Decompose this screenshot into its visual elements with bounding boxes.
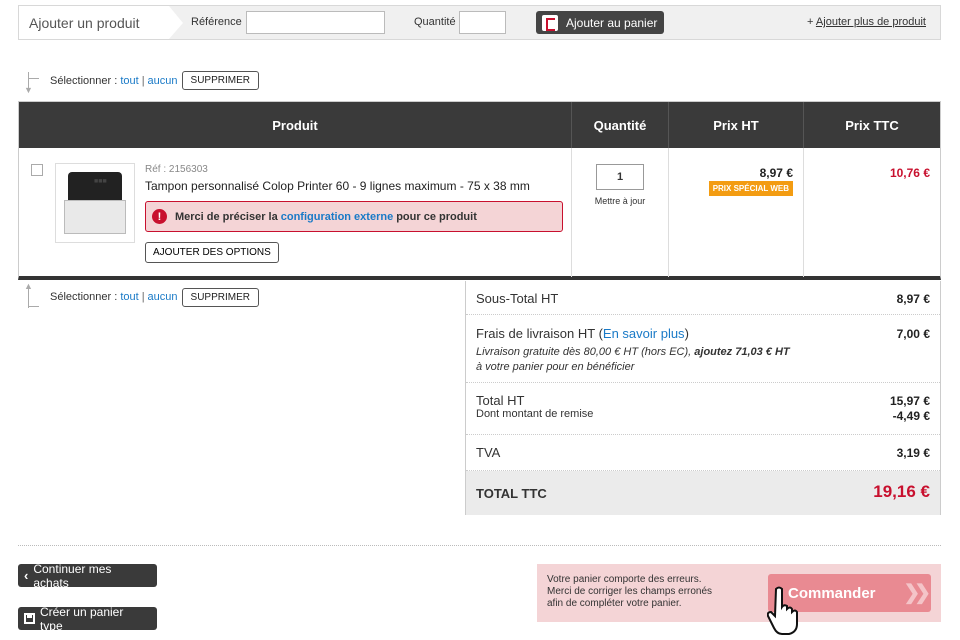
select-all-link-bottom[interactable]: tout	[120, 291, 138, 303]
update-quantity-link[interactable]: Mettre à jour	[572, 196, 668, 206]
shipping-label: Frais de livraison HT (En savoir plus)	[476, 326, 689, 341]
web-price-badge: PRIX SPÉCIAL WEB	[708, 181, 793, 196]
select-label: Sélectionner :	[50, 74, 118, 87]
cart-table: Produit Quantité Prix HT Prix TTC ■■■ Ré…	[18, 101, 941, 280]
order-error-message: Votre panier comporte des erreurs. Merci…	[547, 574, 713, 609]
add-to-cart-button[interactable]: Ajouter au panier	[536, 11, 664, 34]
select-separator: |	[141, 74, 145, 87]
config-error-message: ! Merci de préciser la configuration ext…	[145, 201, 563, 232]
col-header-price-ht: Prix HT	[669, 102, 804, 148]
create-template-cart-button[interactable]: Créer un panier type	[18, 604, 157, 633]
shipping-row: Frais de livraison HT (En savoir plus) 7…	[466, 315, 940, 383]
config-link[interactable]: configuration externe	[281, 211, 393, 223]
col-header-quantity: Quantité	[572, 102, 669, 148]
continue-label: Continuer mes achats	[33, 561, 112, 590]
quantity-input[interactable]	[459, 11, 506, 34]
cart-icon	[542, 14, 558, 31]
total-ht-label: Total HT	[476, 393, 525, 408]
corner-arrow-up-icon: ▲	[24, 282, 39, 308]
chevron-left-icon: ‹	[24, 568, 29, 583]
reference-input[interactable]	[246, 11, 385, 34]
price-ttc: 10,76 €	[889, 166, 930, 180]
reference-label: Référence	[191, 16, 242, 28]
delete-button-top[interactable]: SUPPRIMER	[181, 71, 259, 90]
price-ht: 8,97 €	[759, 166, 793, 180]
order-error-box: Votre panier comporte des erreurs. Merci…	[537, 564, 941, 622]
total-ht-row: Total HT Dont montant de remise 15,97 € …	[466, 383, 940, 435]
shipping-value: 7,00 €	[896, 327, 930, 341]
plus-prefix: +	[807, 16, 816, 28]
quantity-label: Quantité	[414, 16, 456, 28]
price-ht-cell: 8,97 € PRIX SPÉCIAL WEB	[669, 148, 804, 277]
select-row-top: ▼ Sélectionner : tout | aucun SUPPRIMER	[24, 71, 259, 94]
total-ttc-row: TOTAL TTC 19,16 €	[466, 471, 940, 515]
continue-shopping-button[interactable]: ‹ Continuer mes achats	[18, 561, 157, 590]
double-chevron-icon: ❯❯	[903, 582, 930, 604]
select-all-link[interactable]: tout	[120, 75, 138, 87]
add-options-button[interactable]: AJOUTER DES OPTIONS	[145, 242, 279, 263]
add-more-products-link[interactable]: + Ajouter plus de produit	[807, 16, 926, 28]
col-header-price-ttc: Prix TTC	[845, 117, 899, 133]
price-ttc-cell: 10,76 €	[804, 148, 940, 277]
row-checkbox[interactable]	[31, 164, 43, 176]
subtotal-label: Sous-Total HT	[476, 291, 559, 306]
select-row-bottom: ▲ Sélectionner : tout | aucun SUPPRIMER	[24, 282, 259, 308]
table-header: Produit Quantité Prix HT Prix TTC	[19, 102, 940, 148]
add-to-cart-label: Ajouter au panier	[566, 15, 658, 30]
add-more-products-text: Ajouter plus de produit	[815, 16, 926, 28]
error-icon: !	[152, 209, 167, 224]
totals-panel: Sous-Total HT 8,97 € Frais de livraison …	[465, 281, 941, 515]
total-ht-value: 15,97 €	[889, 394, 930, 408]
row-quantity-input[interactable]: 1	[596, 164, 644, 190]
total-ttc-value: 19,16 €	[873, 482, 930, 501]
discount-value: -4,49 €	[892, 409, 930, 423]
corner-arrow-icon: ▼	[24, 71, 39, 94]
discount-label: Dont montant de remise	[476, 408, 594, 420]
subtotal-value: 8,97 €	[896, 292, 930, 306]
learn-more-link[interactable]: En savoir plus	[603, 326, 685, 341]
divider	[18, 545, 941, 546]
tab-arrow	[169, 6, 183, 39]
save-icon	[24, 613, 35, 624]
product-name[interactable]: Tampon personnalisé Colop Printer 60 - 9…	[145, 179, 530, 193]
col-header-product: Produit	[19, 102, 572, 148]
add-product-title: Ajouter un produit	[29, 15, 140, 31]
select-none-link-bottom[interactable]: aucun	[148, 291, 178, 303]
subtotal-row: Sous-Total HT 8,97 €	[466, 281, 940, 315]
free-shipping-note: Livraison gratuite dès 80,00 € HT (hors …	[476, 346, 790, 373]
tva-row: TVA 3,19 €	[466, 435, 940, 471]
select-none-link[interactable]: aucun	[148, 75, 178, 87]
template-cart-label: Créer un panier type	[39, 604, 124, 633]
quantity-cell: 1 Mettre à jour	[572, 148, 669, 277]
product-image: ■■■	[55, 163, 135, 243]
select-label-bottom: Sélectionner :	[50, 291, 118, 303]
add-product-tab: Ajouter un produit	[19, 6, 169, 39]
delete-button-bottom[interactable]: SUPPRIMER	[181, 287, 259, 307]
product-ref: Réf : 2156303	[145, 164, 208, 175]
total-ttc-label: TOTAL TTC	[476, 486, 547, 501]
add-product-bar: Ajouter un produit Référence Quantité Aj…	[18, 5, 941, 40]
error-text-after: pour ce produit	[396, 210, 477, 223]
product-cell: ■■■ Réf : 2156303 Tampon personnalisé Co…	[19, 148, 572, 277]
tva-value: 3,19 €	[896, 446, 930, 460]
error-text-before: Merci de préciser la	[175, 210, 278, 223]
select-separator-bottom: |	[141, 291, 145, 303]
tva-label: TVA	[476, 445, 501, 460]
hand-cursor-icon	[767, 586, 798, 635]
